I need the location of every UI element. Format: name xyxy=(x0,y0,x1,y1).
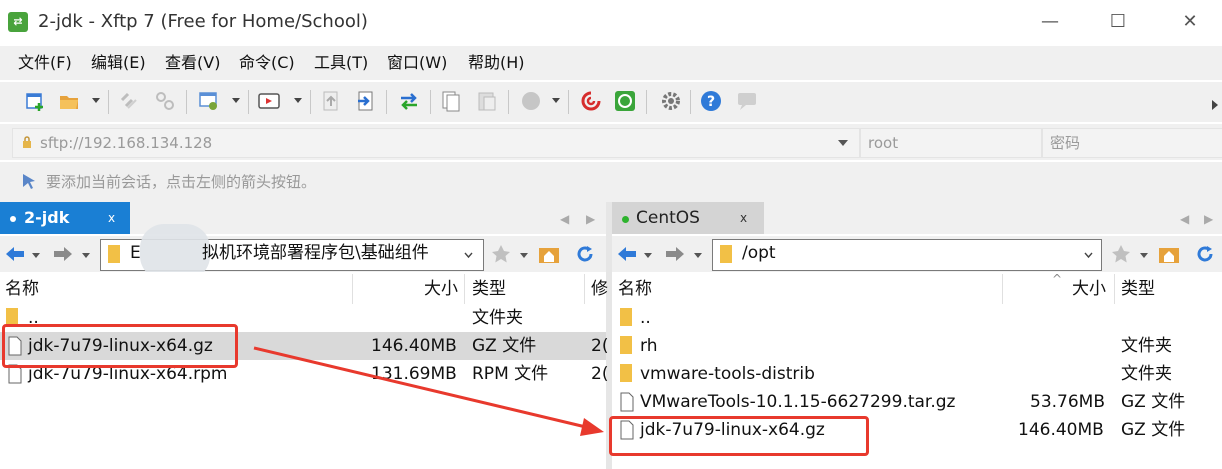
annotation-arrow xyxy=(253,346,604,436)
